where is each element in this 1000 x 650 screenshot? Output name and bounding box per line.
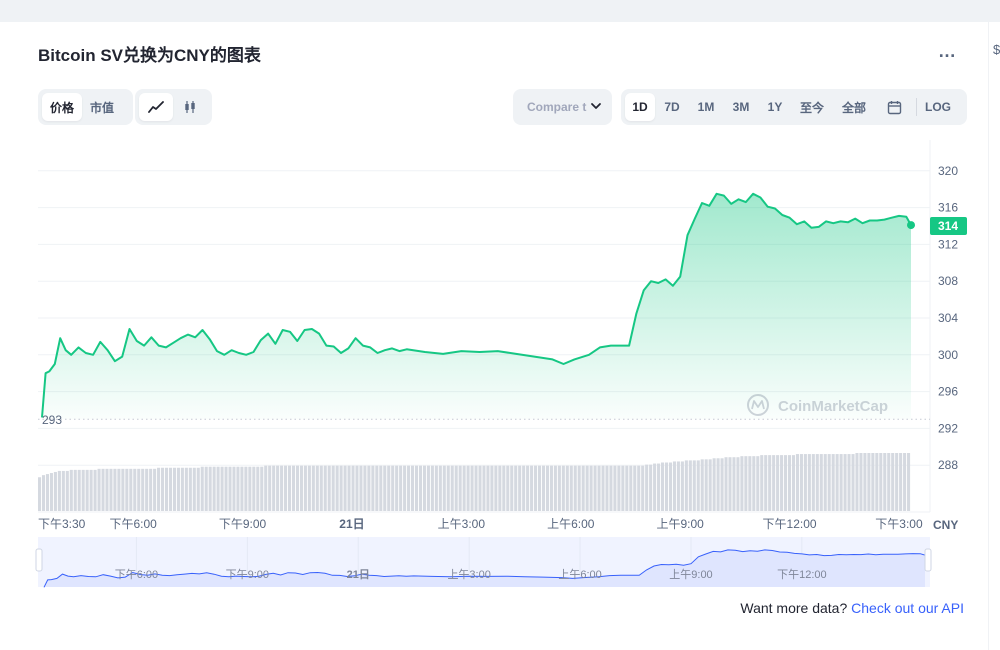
- tab-range-1y[interactable]: 1Y: [759, 93, 791, 121]
- tab-range-ytd[interactable]: 至今: [791, 93, 833, 121]
- log-scale-button[interactable]: LOG: [920, 93, 956, 121]
- compare-label: Compare t: [527, 100, 587, 114]
- tab-price[interactable]: 价格: [42, 93, 83, 121]
- tab-market-cap[interactable]: 市值: [82, 93, 122, 121]
- tab-range-all[interactable]: 全部: [833, 93, 875, 121]
- candlestick-icon: [185, 101, 195, 113]
- right-panel-edge: $: [988, 22, 1000, 650]
- more-options-icon[interactable]: …: [938, 42, 957, 60]
- chart-style-tabs: [135, 89, 212, 125]
- candlestick-button[interactable]: [173, 93, 207, 121]
- api-promo: Want more data? Check out our API: [740, 600, 964, 616]
- chart-title: Bitcoin SV兑换为CNY的图表: [38, 46, 261, 65]
- tab-range-1d[interactable]: 1D: [625, 93, 655, 121]
- compare-dropdown[interactable]: Compare t: [513, 89, 612, 125]
- data-type-tabs: 价格 市值: [38, 89, 133, 125]
- currency-icon: $: [993, 42, 1000, 57]
- tab-range-7d[interactable]: 7D: [655, 93, 689, 121]
- tab-range-1m[interactable]: 1M: [689, 93, 723, 121]
- api-promo-text: Want more data?: [740, 600, 848, 616]
- line-chart-icon: [148, 101, 164, 113]
- chevron-down-icon: [591, 103, 601, 109]
- calendar-icon: [887, 100, 901, 114]
- range-divider: [916, 98, 917, 116]
- top-strip: [0, 0, 1000, 22]
- calendar-button[interactable]: [875, 93, 913, 121]
- api-link[interactable]: Check out our API: [851, 600, 964, 616]
- line-chart-button[interactable]: [139, 93, 173, 121]
- range-tabs: 1D 7D 1M 3M 1Y 至今 全部 LOG: [621, 89, 967, 125]
- tab-range-3m[interactable]: 3M: [723, 93, 759, 121]
